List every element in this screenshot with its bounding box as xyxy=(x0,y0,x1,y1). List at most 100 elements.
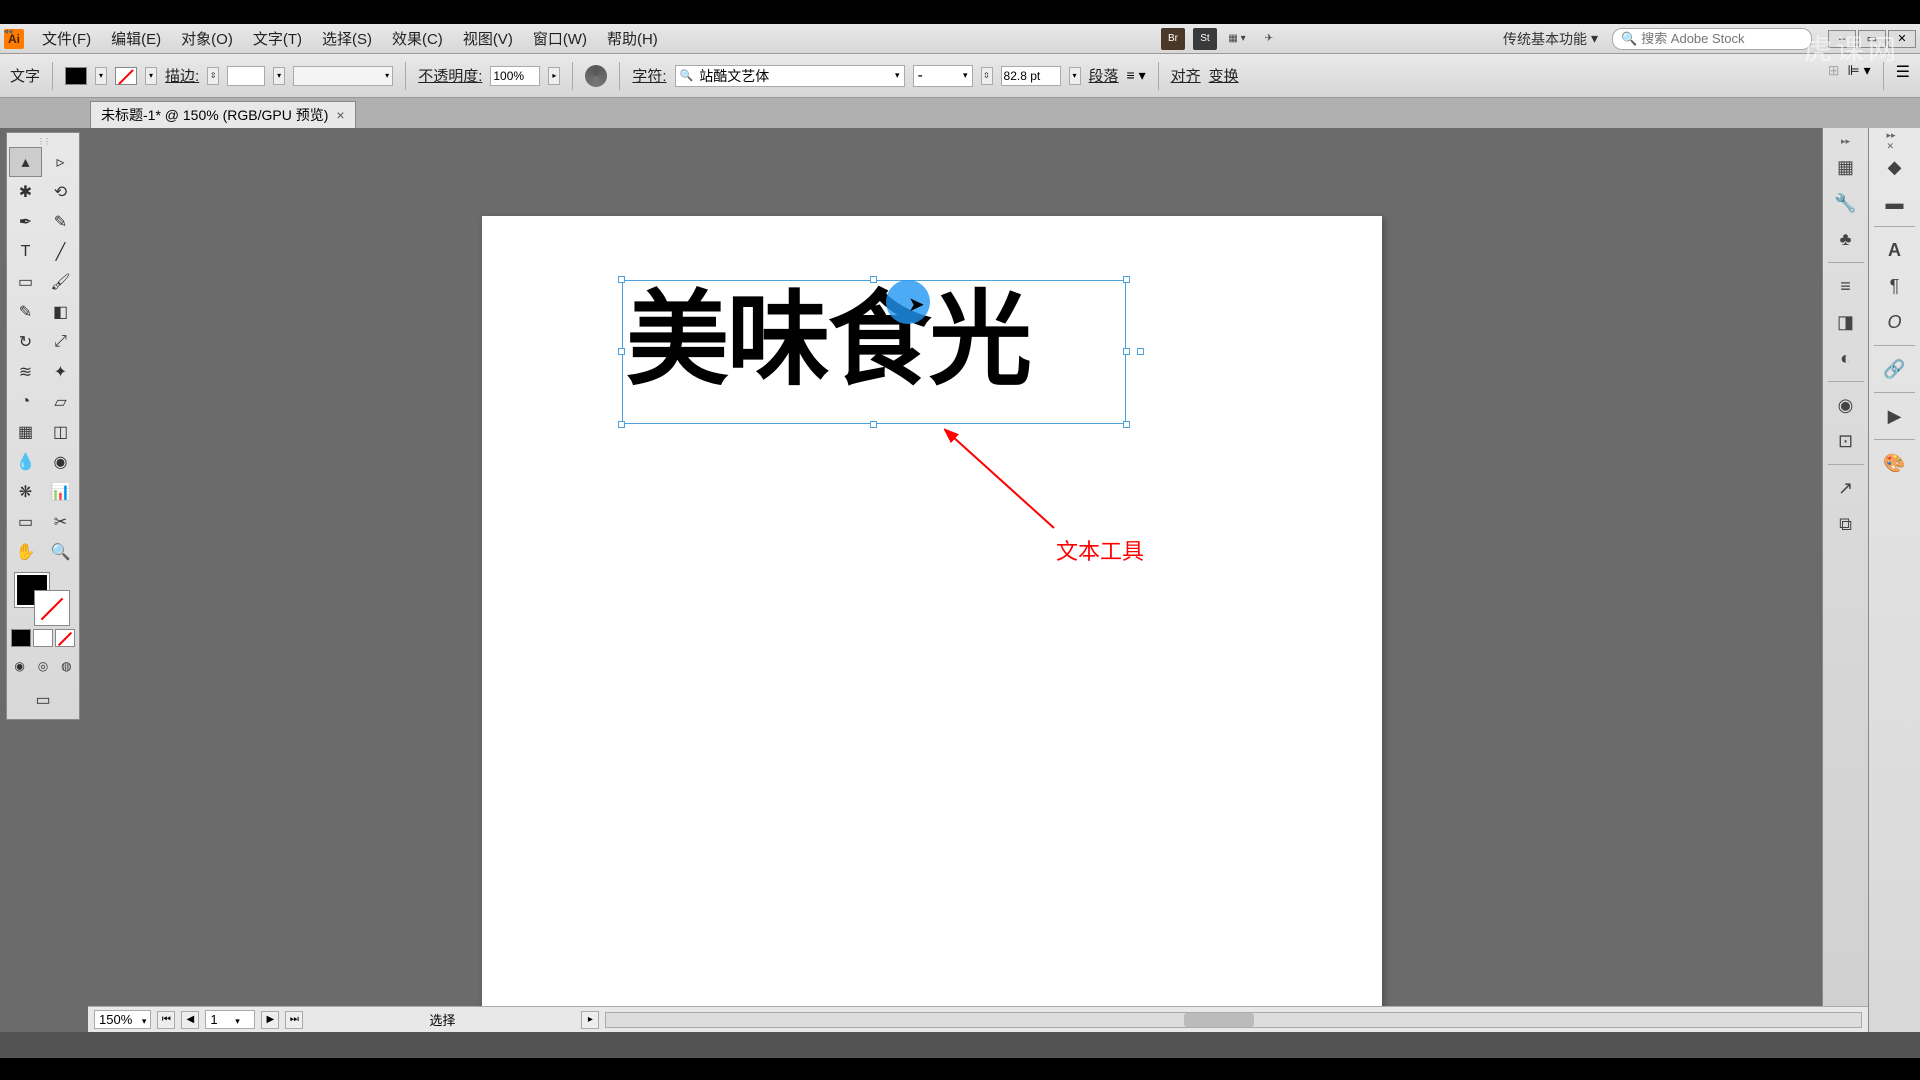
direct-selection-tool[interactable]: ▹ xyxy=(44,147,77,177)
transform-label[interactable]: 变换 xyxy=(1209,65,1239,86)
status-dropdown[interactable]: ▸ xyxy=(581,1011,599,1029)
transparency-panel-icon[interactable]: ◐ xyxy=(1829,341,1863,375)
paragraph-label[interactable]: 段落 xyxy=(1089,65,1119,86)
zoom-selector[interactable]: 150% ▾ xyxy=(94,1010,151,1029)
font-style-field[interactable]: - ▾ xyxy=(913,65,973,87)
tab-close-icon[interactable]: × xyxy=(336,107,344,123)
lasso-tool[interactable]: ⟲ xyxy=(44,177,77,207)
stock-icon[interactable]: St xyxy=(1193,28,1217,50)
gpu-icon[interactable]: ✈ xyxy=(1257,28,1281,50)
color-mode-none[interactable] xyxy=(55,629,75,647)
handle-bottom-mid[interactable] xyxy=(870,421,877,428)
stroke-panel-icon[interactable]: ≡ xyxy=(1829,269,1863,303)
menu-help[interactable]: 帮助(H) xyxy=(599,26,666,51)
nav-first[interactable]: ⏮ xyxy=(157,1011,175,1029)
fill-dropdown[interactable]: ▾ xyxy=(95,67,107,85)
stroke-weight-input[interactable] xyxy=(227,66,265,86)
font-size-dropdown[interactable]: ▾ xyxy=(1069,67,1081,85)
color-panel-icon[interactable]: 🎨 xyxy=(1878,446,1912,480)
fill-swatch[interactable] xyxy=(65,67,87,85)
symbol-sprayer-tool[interactable]: ❋ xyxy=(9,477,42,507)
shape-builder-tool[interactable]: ◔ xyxy=(9,387,42,417)
scale-tool[interactable]: ⤢ xyxy=(44,327,77,357)
font-size-input[interactable] xyxy=(1001,66,1061,86)
stroke-dropdown[interactable]: ▾ xyxy=(145,67,157,85)
export-panel-icon[interactable]: ↗ xyxy=(1829,471,1863,505)
handle-mid-right[interactable] xyxy=(1123,348,1130,355)
artboard[interactable]: 美味食光 ➤ 文本工具 xyxy=(482,216,1382,1006)
blend-tool[interactable]: ◉ xyxy=(44,447,77,477)
line-tool[interactable]: ╱ xyxy=(44,237,77,267)
screen-mode[interactable]: ▭ xyxy=(23,685,63,715)
asset-export-panel-icon[interactable]: ⧉ xyxy=(1829,507,1863,541)
stroke-weight-stepper[interactable]: ⇳ xyxy=(207,67,219,85)
opentype-panel-icon[interactable]: O xyxy=(1878,305,1912,339)
horizontal-scrollbar[interactable] xyxy=(605,1012,1862,1028)
font-family-field[interactable]: 🔍 站酷文艺体 ▾ xyxy=(675,65,905,87)
text-object[interactable]: 美味食光 ➤ xyxy=(622,280,1126,424)
magic-wand-tool[interactable]: ✱ xyxy=(9,177,42,207)
workspace-selector[interactable]: 传统基本功能 ▾ xyxy=(1497,29,1604,49)
align-label[interactable]: 对齐 xyxy=(1171,65,1201,86)
slice-tool[interactable]: ✂ xyxy=(44,507,77,537)
gradient-tool[interactable]: ◫ xyxy=(44,417,77,447)
nav-prev[interactable]: ◀ xyxy=(181,1011,199,1029)
paragraph-panel-icon[interactable]: ¶ xyxy=(1878,269,1912,303)
handle-outport[interactable] xyxy=(1137,348,1144,355)
nav-next[interactable]: ▶ xyxy=(261,1011,279,1029)
properties-panel-icon[interactable]: ▦ xyxy=(1829,150,1863,184)
actions-panel-icon[interactable]: ▶ xyxy=(1878,399,1912,433)
collapse-right-icon[interactable]: ▸▸ xyxy=(1838,134,1854,148)
font-size-stepper[interactable]: ⇳ xyxy=(981,67,993,85)
mesh-tool[interactable]: ▦ xyxy=(9,417,42,447)
color-mode-gradient[interactable] xyxy=(33,629,53,647)
width-tool[interactable]: ≋ xyxy=(9,357,42,387)
recolor-icon[interactable] xyxy=(585,65,607,87)
character-panel-icon[interactable]: A xyxy=(1878,233,1912,267)
menu-select[interactable]: 选择(S) xyxy=(314,26,380,51)
rectangle-tool[interactable]: ▭ xyxy=(9,267,42,297)
brush-selector[interactable]: ▾ xyxy=(293,66,393,86)
links-panel-icon[interactable]: 🔗 xyxy=(1878,352,1912,386)
zoom-tool[interactable]: 🔍 xyxy=(44,537,77,567)
draw-inside[interactable]: ◍ xyxy=(56,651,77,681)
pen-tool[interactable]: ✒ xyxy=(9,207,42,237)
artboard-nav[interactable]: 1 ▾ xyxy=(205,1010,255,1029)
handle-bottom-right[interactable] xyxy=(1123,421,1130,428)
selection-tool[interactable]: ▴ xyxy=(9,147,42,177)
hand-tool[interactable]: ✋ xyxy=(9,537,42,567)
brush-tool[interactable]: 🖌 xyxy=(44,267,77,297)
bridge-icon[interactable]: Br xyxy=(1161,28,1185,50)
eraser-tool[interactable]: ◧ xyxy=(44,297,77,327)
collapse-left-icon[interactable]: ◂◂ xyxy=(0,24,16,38)
menu-edit[interactable]: 编辑(E) xyxy=(103,26,169,51)
graph-tool[interactable]: 📊 xyxy=(44,477,77,507)
menu-window[interactable]: 窗口(W) xyxy=(525,26,595,51)
panel-grip[interactable] xyxy=(9,137,77,145)
menu-file[interactable]: 文件(F) xyxy=(34,26,99,51)
opacity-input[interactable] xyxy=(490,66,540,86)
draw-behind[interactable]: ◎ xyxy=(32,651,53,681)
curvature-tool[interactable]: ✎ xyxy=(44,207,77,237)
nav-last[interactable]: ⏭ xyxy=(285,1011,303,1029)
menu-object[interactable]: 对象(O) xyxy=(173,26,241,51)
search-input[interactable] xyxy=(1641,31,1803,46)
handle-top-right[interactable] xyxy=(1123,276,1130,283)
free-transform-tool[interactable]: ✦ xyxy=(44,357,77,387)
menu-view[interactable]: 视图(V) xyxy=(455,26,521,51)
collapse-right-icon-2[interactable]: ▸▸ ✕ xyxy=(1887,134,1903,148)
menu-type[interactable]: 文字(T) xyxy=(245,26,310,51)
document-tab[interactable]: 未标题-1* @ 150% (RGB/GPU 预览) × xyxy=(90,101,356,128)
handle-mid-left[interactable] xyxy=(618,348,625,355)
artboard-tool[interactable]: ▭ xyxy=(9,507,42,537)
menu-effect[interactable]: 效果(C) xyxy=(384,26,451,51)
stroke-swatch[interactable] xyxy=(115,67,137,85)
color-mode-solid[interactable] xyxy=(11,629,31,647)
handle-top-left[interactable] xyxy=(618,276,625,283)
opacity-dropdown[interactable]: ▸ xyxy=(548,67,560,85)
rotate-tool[interactable]: ↻ xyxy=(9,327,42,357)
layers-panel-icon[interactable]: ◆ xyxy=(1878,150,1912,184)
artboards-panel-icon[interactable]: ▬ xyxy=(1878,186,1912,220)
stroke-color[interactable] xyxy=(35,591,69,625)
arrange-icon[interactable]: ▦ ▾ xyxy=(1225,28,1249,50)
